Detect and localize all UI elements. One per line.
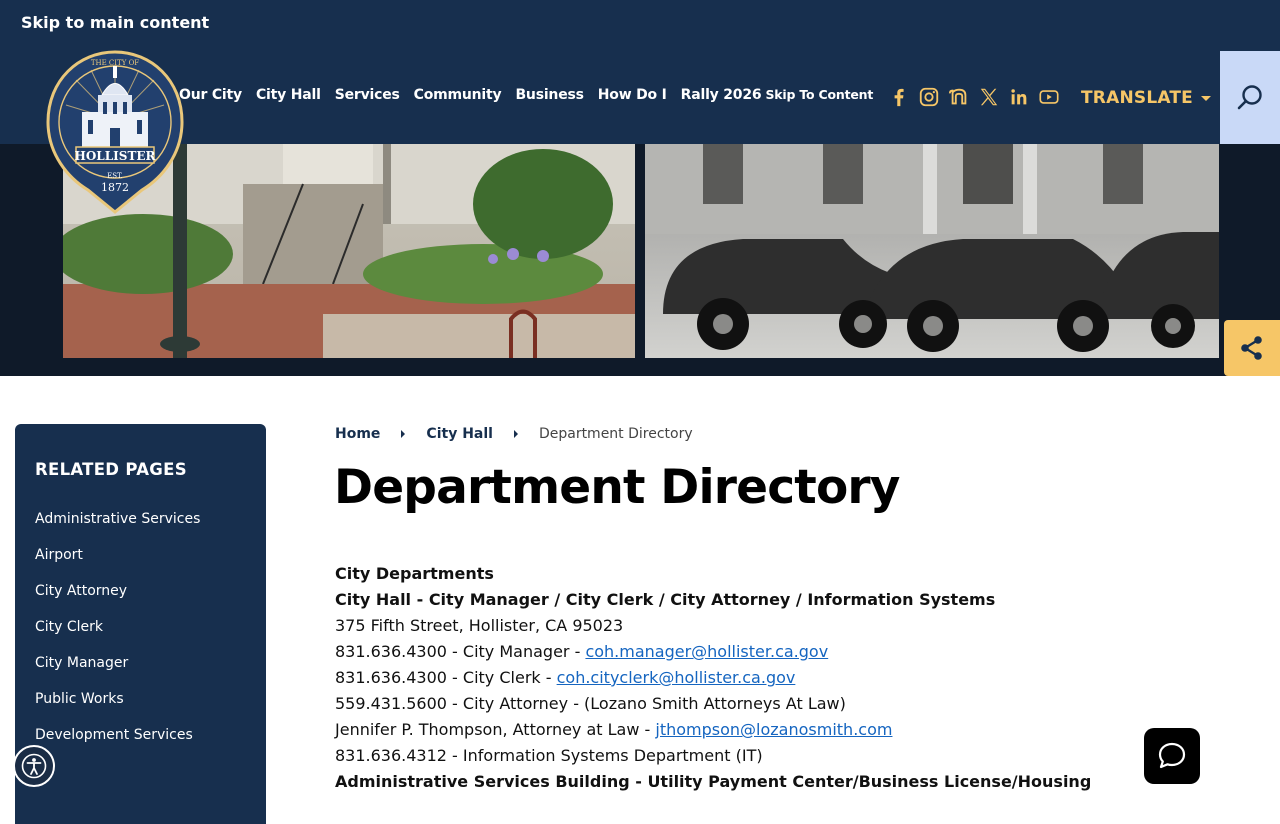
city-logo[interactable]: HOLLISTER EST. 1872 THE CITY OF	[46, 50, 184, 214]
sidebar-item-city-manager[interactable]: City Manager	[35, 653, 200, 689]
sidebar-item-city-clerk[interactable]: City Clerk	[35, 617, 200, 653]
page-title: Department Directory	[334, 460, 900, 515]
accessibility-icon	[21, 753, 47, 779]
admin-services-heading: Administrative Services Building - Utili…	[335, 772, 1092, 791]
facebook-icon[interactable]	[888, 86, 910, 108]
sidebar-item-city-attorney[interactable]: City Attorney	[35, 581, 200, 617]
chat-icon	[1158, 742, 1186, 769]
skip-to-main-link[interactable]: Skip to main content	[21, 13, 209, 32]
logo-name: HOLLISTER	[75, 149, 157, 163]
social-links	[888, 86, 1068, 108]
city-manager-line: 831.636.4300 - City Manager - coh.manage…	[335, 641, 1091, 667]
logo-est: EST.	[107, 172, 123, 180]
attorney-name: Jennifer P. Thompson, Attorney at Law -	[335, 720, 656, 739]
sidebar-list: Administrative Services Airport City Att…	[35, 509, 200, 761]
nav-city-hall[interactable]: City Hall	[256, 87, 321, 103]
city-hall-photo	[63, 144, 1219, 358]
chevron-right-icon	[513, 430, 518, 438]
nav-community[interactable]: Community	[414, 87, 502, 103]
main-nav: Our City City Hall Services Community Bu…	[179, 87, 873, 109]
attorney-contact-line: Jennifer P. Thompson, Attorney at Law - …	[335, 719, 1091, 745]
search-icon	[1237, 85, 1262, 110]
nav-services[interactable]: Services	[335, 87, 400, 103]
logo-top-text: THE CITY OF	[91, 59, 139, 67]
hero-banner	[0, 144, 1280, 376]
city-hall-address: 375 Fifth Street, Hollister, CA 95023	[335, 616, 624, 635]
sidebar-item-development-services[interactable]: Development Services	[35, 725, 200, 761]
it-department-line: 831.636.4312 - Information Systems Depar…	[335, 746, 763, 765]
city-manager-email-link[interactable]: coh.manager@hollister.ca.gov	[585, 642, 828, 661]
city-clerk-email-link[interactable]: coh.cityclerk@hollister.ca.gov	[557, 668, 796, 687]
sidebar-title: RELATED PAGES	[35, 460, 187, 479]
youtube-icon[interactable]	[1038, 86, 1060, 108]
nextdoor-icon[interactable]	[948, 86, 970, 108]
nav-rally-2026[interactable]: Rally 2026	[681, 87, 762, 103]
city-clerk-phone: 831.636.4300 - City Clerk -	[335, 668, 557, 687]
breadcrumb-current: Department Directory	[538, 426, 693, 442]
search-button[interactable]	[1220, 51, 1280, 145]
directory-content: City Departments City Hall - City Manage…	[335, 563, 1091, 797]
nav-our-city[interactable]: Our City	[179, 87, 242, 103]
logo-year: 1872	[101, 181, 129, 194]
breadcrumb: Home City Hall Department Directory	[335, 426, 693, 442]
chevron-down-icon	[1201, 95, 1211, 101]
nav-business[interactable]: Business	[515, 87, 584, 103]
chat-button[interactable]	[1144, 728, 1200, 784]
instagram-icon[interactable]	[918, 86, 940, 108]
x-icon[interactable]	[978, 86, 1000, 108]
sidebar-item-administrative-services[interactable]: Administrative Services	[35, 509, 200, 545]
attorney-email-link[interactable]: jthompson@lozanosmith.com	[655, 720, 892, 739]
sidebar-item-public-works[interactable]: Public Works	[35, 689, 200, 725]
breadcrumb-city-hall[interactable]: City Hall	[426, 426, 493, 442]
translate-label: TRANSLATE	[1081, 88, 1193, 108]
city-hall-heading: City Hall - City Manager / City Clerk / …	[335, 590, 996, 609]
share-icon	[1241, 336, 1262, 360]
section-heading: City Departments	[335, 564, 494, 583]
sidebar-item-airport[interactable]: Airport	[35, 545, 200, 581]
site-header: Skip to main content Our City City Hall …	[0, 0, 1280, 145]
city-attorney-line: 559.431.5600 - City Attorney - (Lozano S…	[335, 694, 846, 713]
skip-to-content-link[interactable]: Skip To Content	[765, 87, 873, 102]
linkedin-icon[interactable]	[1008, 86, 1030, 108]
translate-dropdown[interactable]: TRANSLATE	[1081, 86, 1211, 110]
city-clerk-line: 831.636.4300 - City Clerk - coh.citycler…	[335, 667, 1091, 693]
accessibility-button[interactable]	[13, 745, 55, 787]
city-manager-phone: 831.636.4300 - City Manager -	[335, 642, 586, 661]
chevron-right-icon	[401, 430, 406, 438]
nav-how-do-i[interactable]: How Do I	[598, 87, 667, 103]
share-button[interactable]	[1224, 320, 1280, 376]
breadcrumb-home[interactable]: Home	[335, 426, 380, 442]
